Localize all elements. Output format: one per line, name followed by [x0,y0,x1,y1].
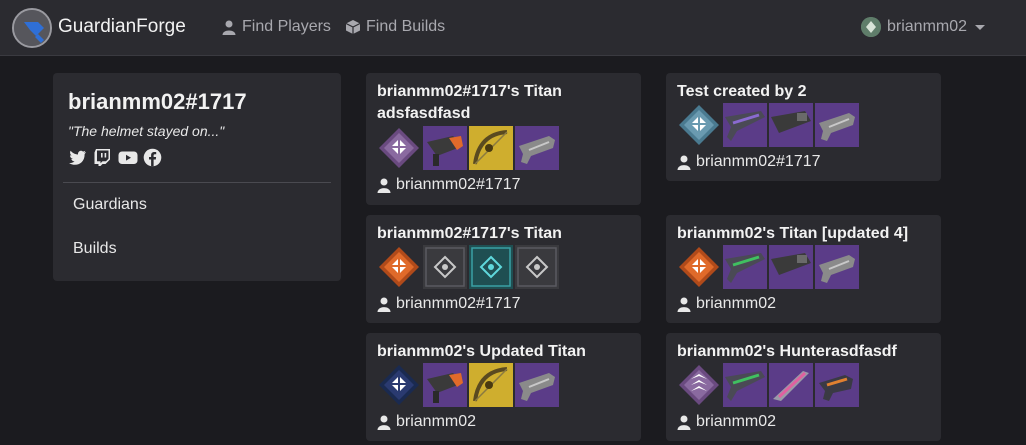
build-icon-row [377,126,559,170]
build-owner[interactable]: brianmm02#1717 [377,295,521,313]
weapon-icon-orange-rocket[interactable] [423,126,467,170]
build-card[interactable]: brianmm02#1717's Titan adsfasdfasd brian… [366,73,641,205]
titan-class-icon-orange [377,245,421,289]
weapon-icon-green-rifle[interactable] [723,363,767,407]
build-card-title: brianmm02#1717's Titan adsfasdfasd [377,81,562,125]
weapon-icon-grey-gun[interactable] [815,245,859,289]
divider [63,182,331,183]
build-card-title: brianmm02's Titan [updated 4] [677,223,908,245]
build-icon-row [377,245,559,289]
build-owner[interactable]: brianmm02 [677,413,776,431]
profile-menu-guardians[interactable]: Guardians [73,196,147,214]
top-navbar: GuardianForge Find Players Find Builds b… [0,0,1026,56]
build-title-line: brianmm02's Updated Titan [377,343,586,360]
user-icon [221,19,237,35]
build-title-line: adsfasdfasd [377,105,471,122]
weapon-icon-orange-rocket[interactable] [423,363,467,407]
find-players-label: Find Players [242,18,331,35]
avatar [861,17,881,37]
build-card-title: brianmm02's Updated Titan [377,341,586,363]
weapon-icon-purple-rifle[interactable] [723,103,767,147]
weapon-icon-yellow-bow[interactable] [469,126,513,170]
build-owner[interactable]: brianmm02 [677,295,776,313]
empty-slot-icon[interactable] [423,245,467,289]
titan-class-icon-purple [377,126,421,170]
user-icon [677,155,691,170]
build-owner-name: brianmm02#1717 [396,295,521,312]
build-title-line: brianmm02#1717's Titan [377,225,562,242]
user-icon [677,415,691,430]
build-card-title: brianmm02#1717's Titan [377,223,562,245]
build-title-line: brianmm02's Hunterasdfasdf [677,343,897,360]
social-links [68,148,162,167]
user-icon [377,297,391,312]
weapon-icon-green-rifle[interactable] [723,245,767,289]
weapon-icon-grey-gun[interactable] [515,363,559,407]
build-card[interactable]: brianmm02's Updated Titan brianmm02 [366,333,641,441]
titan-class-icon-blue [677,103,721,147]
build-owner-name: brianmm02 [696,413,777,430]
titan-class-icon-navy [377,363,421,407]
weapon-icon-grey-gun[interactable] [515,126,559,170]
weapon-icon-orange-smg[interactable] [815,363,859,407]
build-card[interactable]: brianmm02's Hunterasdfasdf brianmm02 [666,333,941,441]
weapon-icon-grey-gun[interactable] [815,103,859,147]
build-title-line: Test created by 2 [677,83,807,100]
profile-name: brianmm02#1717 [68,89,247,114]
build-card-title: Test created by 2 [677,81,807,103]
profile-menu-builds[interactable]: Builds [73,240,117,258]
build-icon-row [677,363,859,407]
build-card[interactable]: brianmm02#1717's Titan brianmm02#1717 [366,215,641,323]
user-icon [377,178,391,193]
build-icon-row [677,245,859,289]
brand-name[interactable]: GuardianForge [58,16,186,38]
profile-card: brianmm02#1717 "The helmet stayed on..."… [53,73,341,281]
build-owner[interactable]: brianmm02#1717 [677,153,821,171]
weapon-icon-grey-launcher[interactable] [769,103,813,147]
find-players-link[interactable]: Find Players [221,18,331,36]
find-builds-link[interactable]: Find Builds [345,18,445,36]
twitch-icon[interactable] [93,148,112,167]
user-menu-dropdown[interactable]: brianmm02 [861,17,986,37]
build-icon-row [677,103,859,147]
build-owner-name: brianmm02 [396,413,477,430]
empty-slot-icon[interactable] [515,245,559,289]
build-card[interactable]: brianmm02's Titan [updated 4] brianmm02 [666,215,941,323]
build-owner[interactable]: brianmm02 [377,413,476,431]
build-card[interactable]: Test created by 2 brianmm02#1717 [666,73,941,181]
titan-class-icon-orange [677,245,721,289]
profile-quote: "The helmet stayed on..." [68,123,225,139]
cube-icon [345,19,361,35]
build-owner-name: brianmm02#1717 [396,176,521,193]
username-label: brianmm02 [887,18,968,35]
build-title-line: brianmm02's Titan [updated 4] [677,225,909,242]
build-owner-name: brianmm02 [696,295,777,312]
build-owner[interactable]: brianmm02#1717 [377,176,521,194]
build-title-line: brianmm02#1717's Titan [377,83,562,100]
facebook-icon[interactable] [143,148,162,167]
hunter-class-icon [677,363,721,407]
user-icon [677,297,691,312]
build-card-title: brianmm02's Hunterasdfasdf [677,341,897,363]
build-icon-row [377,363,559,407]
weapon-icon-pink-sword[interactable] [769,363,813,407]
youtube-icon[interactable] [118,148,138,167]
build-owner-name: brianmm02#1717 [696,153,821,170]
weapon-icon-yellow-bow[interactable] [469,363,513,407]
user-icon [377,415,391,430]
find-builds-label: Find Builds [366,18,446,35]
guardianforge-logo-icon[interactable] [12,8,52,48]
empty-slot-icon-cyan[interactable] [469,245,513,289]
twitter-icon[interactable] [68,148,87,167]
weapon-icon-red-launcher[interactable] [769,245,813,289]
chevron-down-icon [975,24,986,30]
